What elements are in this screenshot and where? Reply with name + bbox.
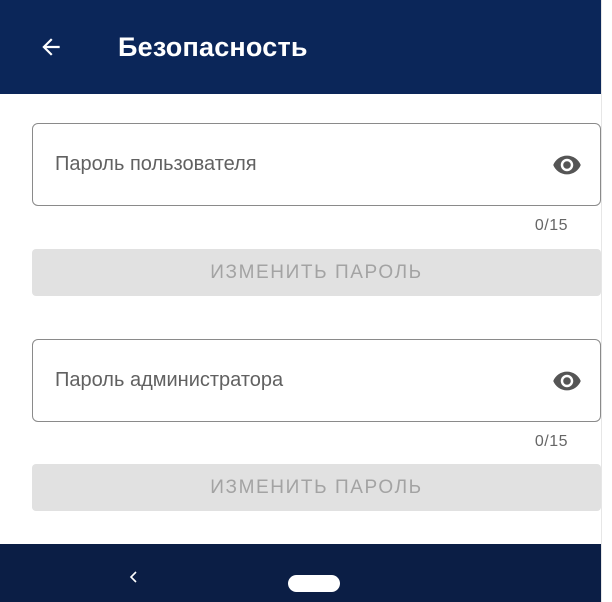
system-navigation-bar [0,544,601,602]
arrow-left-icon [42,38,60,56]
eye-icon [553,371,581,391]
home-pill-icon[interactable] [288,575,340,592]
back-button[interactable] [26,22,76,72]
chevron-left-icon [129,571,137,583]
change-admin-password-button[interactable]: ИЗМЕНИТЬ ПАРОЛЬ [32,464,601,511]
screen: Безопасность 0/15 ИЗМЕНИТЬ ПАРОЛЬ 0/15 И… [0,0,612,602]
screen-edge [601,0,612,602]
system-back-button[interactable] [120,563,148,591]
user-password-counter: 0/15 [534,217,568,234]
user-password-input[interactable] [55,124,525,205]
page-title: Безопасность [118,32,308,62]
admin-password-input[interactable] [55,340,525,421]
security-content: 0/15 ИЗМЕНИТЬ ПАРОЛЬ 0/15 ИЗМЕНИТЬ ПАРОЛ… [0,94,601,544]
app-bar: Безопасность [0,0,601,94]
user-password-visibility-toggle[interactable] [548,146,586,184]
admin-password-field[interactable] [32,339,601,422]
change-user-password-button[interactable]: ИЗМЕНИТЬ ПАРОЛЬ [32,249,601,296]
eye-icon [553,155,581,175]
user-password-field[interactable] [32,123,601,206]
admin-password-visibility-toggle[interactable] [548,362,586,400]
admin-password-counter: 0/15 [534,433,568,450]
